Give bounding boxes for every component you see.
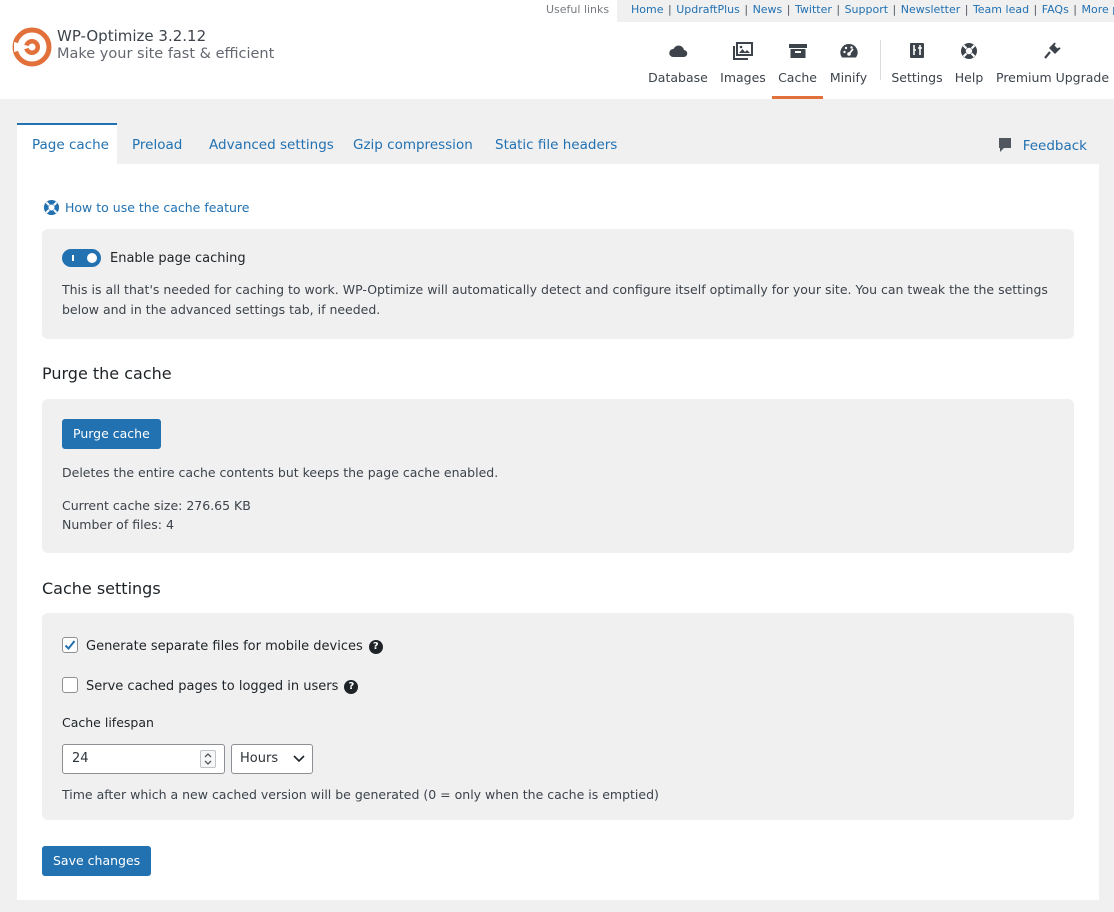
tab-gzip-compression[interactable]: Gzip compression [353,123,473,164]
images-icon [718,42,768,62]
link-newsletter[interactable]: Newsletter [901,3,960,16]
lifebuoy-icon [952,42,986,62]
nav-images[interactable]: Images [718,40,768,99]
tab-advanced-settings[interactable]: Advanced settings [209,123,334,164]
enable-caching-description: This is all that's needed for caching to… [62,282,1048,317]
cache-lifespan-unit-value: Hours [240,751,279,766]
logged-in-checkbox[interactable] [62,677,78,693]
cache-settings-box: Generate separate files for mobile devic… [42,613,1074,820]
cache-lifespan-unit-select[interactable]: Hours [231,744,313,774]
feedback-label: Feedback [1022,138,1087,154]
cloud-icon [647,42,709,62]
page-cache-panel: How to use the cache feature Enable page… [17,164,1099,900]
cache-lifespan-description: Time after which a new cached version wi… [62,787,659,802]
cache-lifespan-label: Cache lifespan [62,715,154,730]
wp-optimize-logo-icon [12,27,52,67]
nav-settings[interactable]: Settings [891,40,943,99]
cache-lifespan-input[interactable]: 24 [62,744,225,774]
logged-in-label: Serve cached pages to logged in users [86,679,339,694]
mobile-files-checkbox[interactable] [62,637,78,653]
purge-cache-button[interactable]: Purge cache [62,419,161,449]
help-icon[interactable]: ? [344,680,359,694]
lifebuoy-icon [43,199,60,216]
nav-premium-upgrade-label: Premium Upgrade [996,70,1110,85]
page-cache-tabs: Page cache Preload Advanced settings Gzi… [17,123,1099,164]
plugin-title: WP-Optimize 3.2.12 [57,27,207,45]
tab-page-cache[interactable]: Page cache [17,123,117,164]
feedback-link[interactable]: Feedback [997,137,1087,154]
nav-cache-label: Cache [778,70,817,85]
link-support[interactable]: Support [845,3,888,16]
nav-database[interactable]: Database [647,40,709,99]
nav-help[interactable]: Help [952,40,986,99]
link-news[interactable]: News [753,3,783,16]
tab-preload[interactable]: Preload [132,123,182,164]
spinner-arrows-icon [204,753,212,765]
cache-size: Current cache size: 276.65 KB [62,498,251,513]
nav-minify-label: Minify [829,70,868,85]
enable-caching-toggle[interactable] [62,249,101,267]
nav-database-label: Database [648,70,708,85]
cache-settings-heading: Cache settings [42,579,161,598]
purge-box: Purge cache Deletes the entire cache con… [42,399,1074,553]
help-icon[interactable]: ? [368,640,383,654]
link-updraftplus[interactable]: UpdraftPlus [676,3,740,16]
purge-description: Deletes the entire cache contents but ke… [62,465,499,480]
useful-links-bar: Home | UpdraftPlus | News | Twitter | Su… [617,0,1114,22]
mobile-files-option: Generate separate files for mobile devic… [62,637,383,657]
chevron-down-icon [293,755,305,763]
nav-settings-label: Settings [891,70,943,85]
link-more-plugins[interactable]: More plugins [1082,3,1114,16]
admin-generic-icon [891,42,943,62]
nav-minify[interactable]: Minify [828,40,869,99]
save-changes-button[interactable]: Save changes [42,846,152,876]
link-team-lead[interactable]: Team lead [973,3,1029,16]
mobile-files-label: Generate separate files for mobile devic… [86,639,363,654]
link-faqs[interactable]: FAQs [1042,3,1069,16]
dashboard-icon [828,42,869,62]
archive-icon [772,42,823,62]
useful-links-label: Useful links [546,3,610,16]
enable-caching-box: Enable page caching This is all that's n… [42,229,1074,339]
nav-help-label: Help [954,70,984,85]
tab-static-file-headers[interactable]: Static file headers [495,123,617,164]
plugin-tagline: Make your site fast & efficient [57,46,275,62]
checkmark-icon [64,640,76,650]
feedback-icon [998,138,1011,152]
purge-heading: Purge the cache [42,364,172,383]
plugin-header: WP-Optimize 3.2.12 Make your site fast &… [0,0,1114,99]
howto-link[interactable]: How to use the cache feature [43,199,249,216]
cache-lifespan-value: 24 [72,751,89,766]
nav-cache[interactable]: Cache [772,40,823,99]
number-spinner[interactable] [200,750,216,768]
link-twitter[interactable]: Twitter [795,3,832,16]
enable-caching-label: Enable page caching [110,251,246,266]
nav-images-label: Images [720,70,766,85]
link-home[interactable]: Home [631,3,663,16]
logged-in-option: Serve cached pages to logged in users? [62,677,359,697]
howto-link-label: How to use the cache feature [65,200,250,215]
file-count: Number of files: 4 [62,517,174,532]
nav-premium-upgrade[interactable]: Premium Upgrade [996,40,1110,99]
nav-divider [880,40,881,80]
plug-icon [996,42,1108,62]
